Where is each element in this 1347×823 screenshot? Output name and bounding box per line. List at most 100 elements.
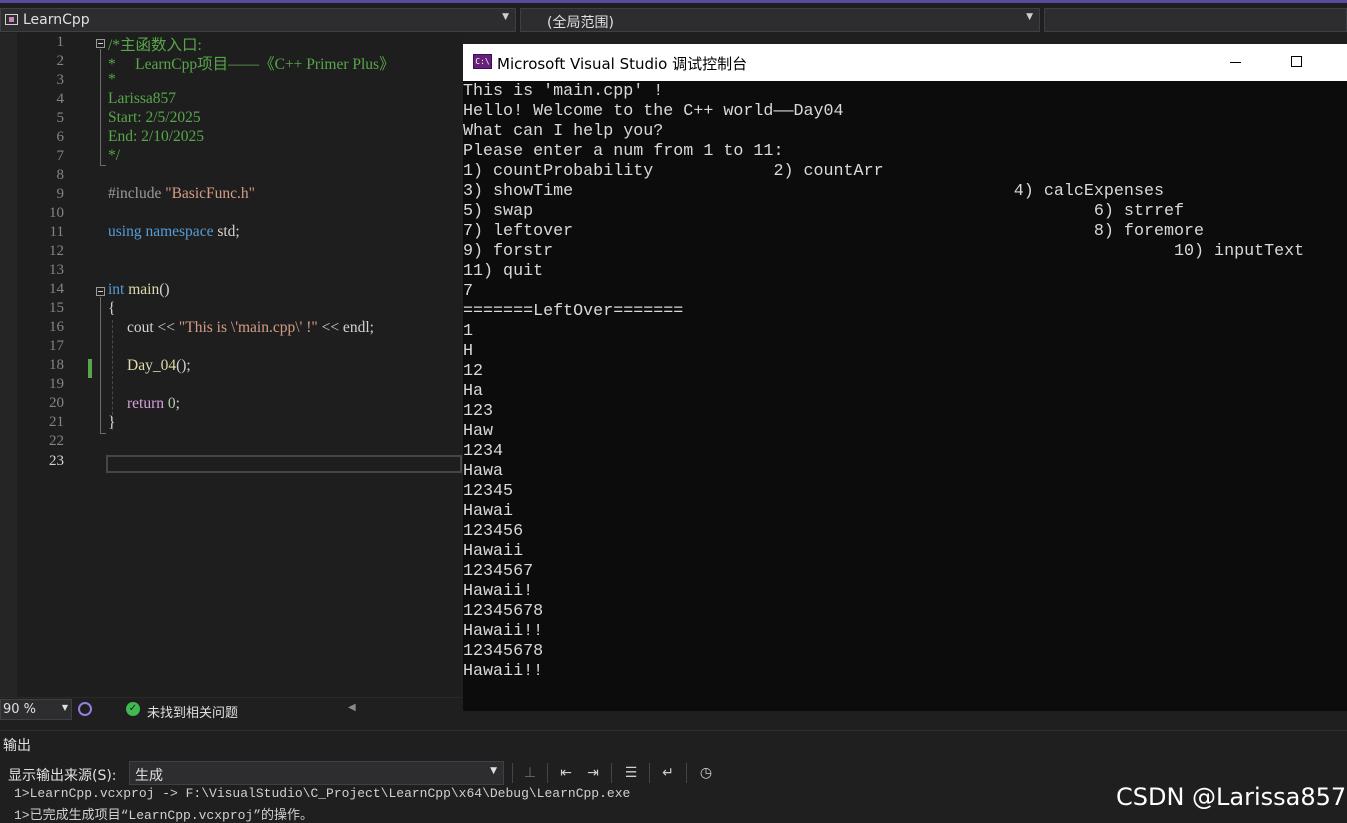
code-line: cout << "This is \'main.cpp\' !" << endl… [127,319,374,337]
chevron-down-icon: ▼ [490,766,497,776]
console-line: =======LeftOver======= [463,302,684,321]
punctuation: ; [175,395,180,412]
member-dropdown[interactable] [1044,8,1347,32]
output-source-dropdown[interactable]: 生成 ▼ [129,761,504,785]
toolbar-separator [686,763,687,783]
project-dropdown-label: LearnCpp [23,12,90,28]
next-message-icon[interactable]: ⇥ [583,763,603,783]
line-number: 14 [49,281,64,297]
code-line: Larissa857 [108,90,177,107]
line-number: 6 [56,129,65,145]
word-wrap-icon[interactable]: ↵ [658,763,678,783]
code-line: Start: 2/5/2025 [108,109,201,126]
zoom-dropdown[interactable]: 90 % ▼ [0,699,72,720]
console-line: 123 [463,402,494,421]
console-line: 3) showTime 4) calcExpenses [463,182,1164,201]
console-line: Hawai [463,502,514,521]
include-file: "BasicFunc.h" [165,185,255,202]
fold-guide-end [100,433,106,434]
console-line: What can I help you? [463,122,664,141]
chevron-down-icon: ▼ [502,12,509,22]
identifier: << endl; [317,319,374,336]
clear-all-icon[interactable]: ☰ [621,763,641,783]
line-number: 11 [49,224,64,240]
identifier: std; [213,223,240,240]
function-call: Day_04 [127,357,177,374]
copilot-icon[interactable] [78,702,92,716]
issues-status[interactable]: 未找到相关问题 [147,702,238,721]
project-dropdown[interactable]: LearnCpp ▼ [0,8,516,32]
console-line: This is 'main.cpp' ! [463,82,664,101]
number-literal: 0 [164,395,176,412]
console-line: Hawaii!! [463,662,544,681]
current-line-highlight[interactable] [106,455,462,473]
clock-icon[interactable]: ◷ [696,763,716,783]
line-number: 8 [56,167,65,183]
line-number: 16 [49,319,64,335]
fold-guide-end [100,165,106,166]
scope-dropdown[interactable]: (全局范围) ▼ [520,8,1040,32]
code-line: int main() [108,281,170,299]
output-line: 1>LearnCpp.vcxproj -> F:\VisualStudio\C_… [14,786,631,801]
go-to-location-icon[interactable]: ⊥ [520,763,540,783]
check-circle-icon: ✓ [126,702,140,716]
line-number: 12 [49,243,64,259]
line-number: 10 [49,205,64,221]
console-line: 12345678 [463,602,544,621]
keyword: int [108,281,125,298]
code-line: return 0; [127,395,180,413]
console-line: Hawaii [463,542,524,561]
punctuation: () [159,281,170,298]
fold-guide [100,297,101,434]
console-line: 7 [463,282,474,301]
code-line: End: 2/10/2025 [108,128,205,145]
output-line: 1>已完成生成项目“LearnCpp.vcxproj”的操作。 [14,808,314,823]
line-number: 3 [56,72,65,88]
console-line: Hawaii!! [463,622,544,641]
identifier: cout << [127,319,179,336]
previous-message-icon[interactable]: ⇤ [556,763,576,783]
console-line: 5) swap 6) strref [463,202,1185,221]
line-number: 15 [49,300,64,316]
string-literal: "This is \'main.cpp\' !" [178,319,318,336]
line-number: 21 [49,414,64,430]
code-line: using namespace std; [108,223,240,241]
console-line: 1234 [463,442,504,461]
toolbar-separator [649,763,650,783]
console-line: 11) quit [463,262,544,281]
keyword: return [127,395,165,412]
scroll-left-icon[interactable]: ◀ [348,702,356,713]
minimize-button[interactable] [1218,52,1248,72]
line-number: 7 [56,148,65,164]
toolbar-separator [611,763,612,783]
function-name: main [128,281,160,298]
code-line: #include "BasicFunc.h" [108,185,255,203]
line-number: 5 [56,110,65,126]
code-editor[interactable] [0,33,462,697]
output-panel-title: 输出 [3,738,31,754]
code-line: } [108,414,116,431]
editor-margin [0,33,17,697]
collapse-icon[interactable] [96,287,105,296]
code-line: { [108,300,116,317]
code-line: */ [108,147,121,164]
console-line: 123456 [463,522,524,541]
console-output[interactable]: This is 'main.cpp' ! Hello! Welcome to t… [463,82,1347,702]
line-number: 20 [49,395,64,411]
line-number: 17 [49,338,64,354]
code-line: Day_04(); [127,357,191,375]
scope-dropdown-label: (全局范围) [547,15,614,31]
chevron-down-icon: ▼ [1026,12,1033,22]
console-line: Please enter a num from 1 to 11: [463,142,784,161]
output-source-value: 生成 [135,768,163,784]
maximize-button[interactable] [1282,52,1312,72]
collapse-icon[interactable] [96,39,105,48]
change-indicator [88,359,92,378]
line-number: 2 [56,53,65,69]
console-title: Microsoft Visual Studio 调试控制台 [497,55,748,73]
console-line: Hello! Welcome to the C++ world——Day04 [463,102,844,121]
console-line: Hawa [463,462,504,481]
console-line: Hawaii! [463,582,534,601]
console-line: H [463,342,474,361]
console-line: 1) countProbability 2) countArr [463,162,884,181]
